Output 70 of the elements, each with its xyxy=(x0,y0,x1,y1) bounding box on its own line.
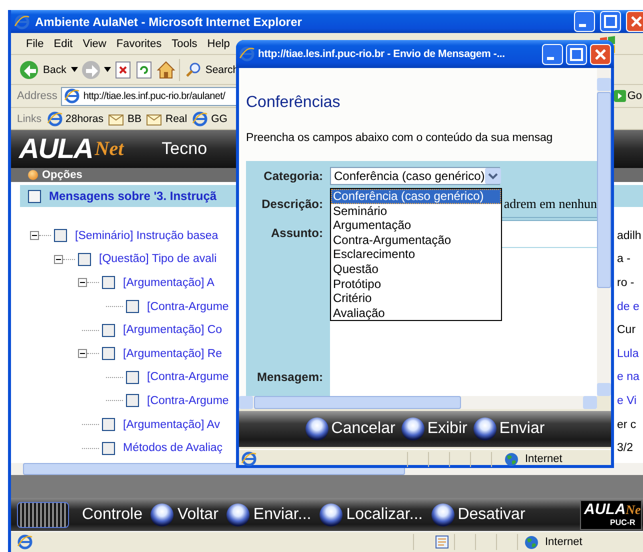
action-button[interactable]: Exibir xyxy=(401,417,468,441)
back-button[interactable]: Back xyxy=(17,60,68,80)
message-link[interactable]: [Questão] Tipo de avali xyxy=(99,253,217,266)
toolbar-button[interactable]: Localizar... xyxy=(319,502,423,526)
toolbar-button[interactable]: Desativar xyxy=(430,502,526,526)
options-label[interactable]: Opções xyxy=(42,169,82,181)
go-button[interactable]: Go xyxy=(614,90,642,102)
dropdown-option[interactable]: Argumentação xyxy=(331,218,501,233)
toolbar-button[interactable]: Enviar... xyxy=(226,502,312,526)
menu-item[interactable]: Tools xyxy=(166,38,202,50)
message-link[interactable]: [Contra-Argume xyxy=(147,394,229,407)
status-zone: Internet xyxy=(545,536,582,548)
page-heading: Conferências xyxy=(246,94,342,112)
message-link[interactable]: [Contra-Argume xyxy=(147,371,229,384)
menu-item[interactable]: Edit xyxy=(48,38,78,50)
message-link[interactable]: [Argumentação] A xyxy=(123,276,214,289)
message-link[interactable]: Métodos de Avaliaç xyxy=(123,442,223,454)
logo-caption: PUC-R xyxy=(610,518,636,526)
logo-text: AULA xyxy=(19,133,93,165)
link-button[interactable]: 28horas xyxy=(46,110,104,126)
message-link[interactable]: [Contra-Argume xyxy=(147,300,229,313)
menu-item[interactable]: View xyxy=(78,38,112,50)
message-link[interactable]: [Argumentação] Re xyxy=(123,348,222,360)
field-label: Categoria: xyxy=(262,168,324,184)
link-button[interactable]: Real xyxy=(146,110,188,126)
header-title: Tecno xyxy=(162,139,208,159)
menu-item[interactable]: Favorites xyxy=(111,38,167,50)
list-title: Mensagens sobre '3. Instruçã xyxy=(49,189,217,203)
message-link[interactable]: Lula xyxy=(614,348,643,360)
dropdown-option[interactable]: Esclarecimento xyxy=(331,247,501,262)
menu-item[interactable]: File xyxy=(21,38,49,50)
message-detail: 3/2 xyxy=(616,442,634,454)
window-title: http://tiae.les.inf.puc-rio.br - Envio de Mensagem -... xyxy=(258,48,505,60)
message-link[interactable]: e na xyxy=(614,371,643,384)
status-zone: Internet xyxy=(525,453,562,465)
dropdown-option[interactable]: Seminário xyxy=(331,204,501,218)
field-label: Assunto: xyxy=(270,225,324,242)
message-link[interactable]: de e xyxy=(614,300,643,313)
logo-script: Ne xyxy=(626,502,641,518)
logo-script: Net xyxy=(94,138,124,160)
dropdown-option[interactable]: Critério xyxy=(331,291,501,306)
message-link[interactable]: [Argumentação] Av xyxy=(123,418,220,431)
message-detail: er c xyxy=(616,418,638,431)
action-button[interactable]: Cancelar xyxy=(305,417,396,441)
address-label: Address xyxy=(17,90,58,102)
dropdown-option[interactable]: Contra-Argumentação xyxy=(331,232,501,248)
message-link[interactable]: e Vi xyxy=(614,394,643,407)
link-button[interactable]: BB xyxy=(108,110,142,126)
link-button[interactable]: GG xyxy=(192,110,228,126)
message-detail: a - xyxy=(616,253,632,266)
category-select[interactable]: Conferência (caso genérico) xyxy=(330,166,500,184)
window-title: Ambiente AulaNet - Microsoft Internet Explorer xyxy=(35,14,302,28)
message-link[interactable]: [Argumentação] Co xyxy=(123,324,222,336)
message-detail: Cur xyxy=(616,324,637,336)
action-button[interactable]: Enviar xyxy=(473,417,545,441)
field-label: Mensagem: xyxy=(256,369,324,386)
dropdown-option[interactable]: Conferência (caso genérico) xyxy=(331,189,501,204)
message-detail: ro - xyxy=(616,276,636,289)
links-label: Links xyxy=(17,112,42,124)
dropdown-option[interactable]: Protótipo xyxy=(331,276,501,292)
intro-text: Preencha os campos abaixo com o conteúdo da sua mensag xyxy=(246,132,554,144)
logo-text: AULA xyxy=(584,500,626,518)
message-link[interactable]: [Seminário] Instrução basea xyxy=(75,230,218,242)
dropdown-option[interactable]: Questão xyxy=(331,262,501,277)
toolbar-button[interactable]: Controle xyxy=(17,502,142,528)
message-detail: adilh xyxy=(616,230,642,242)
menu-item[interactable]: Help xyxy=(202,38,235,50)
field-label: Descrição: xyxy=(260,196,324,213)
dropdown-option[interactable]: Avaliação xyxy=(331,306,501,320)
toolbar-button[interactable]: Voltar xyxy=(150,502,218,526)
